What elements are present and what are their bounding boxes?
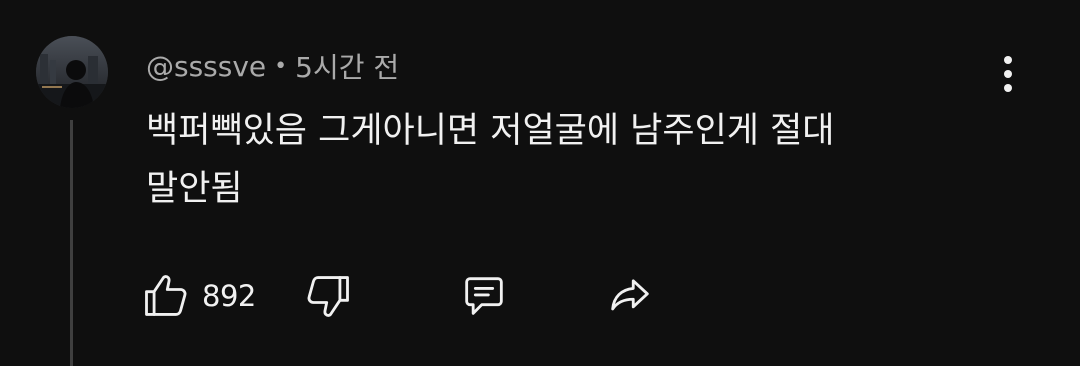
reply-button[interactable] [458, 270, 510, 322]
avatar[interactable] [36, 36, 108, 108]
share-icon [604, 270, 656, 322]
thumb-up-icon [140, 270, 192, 322]
timestamp[interactable]: 5시간 전 [295, 46, 399, 86]
thumb-down-icon [302, 270, 354, 322]
more-vertical-icon[interactable] [986, 48, 1030, 100]
dislike-button[interactable] [302, 270, 354, 322]
comment-icon [458, 270, 510, 322]
more-dot [1004, 70, 1012, 78]
comment-meta: @ssssve • 5시간 전 [146, 44, 399, 88]
comment-actions: 892 [140, 270, 656, 322]
more-dot [1004, 84, 1012, 92]
thread-line [70, 120, 73, 366]
like-button[interactable]: 892 [140, 270, 256, 322]
like-count: 892 [202, 279, 256, 313]
author-name[interactable]: @ssssve [146, 50, 266, 83]
meta-separator: • [274, 53, 288, 79]
share-button[interactable] [604, 270, 656, 322]
more-dot [1004, 56, 1012, 64]
comment-card: @ssssve • 5시간 전 백퍼빽있음 그게아니면 저얼굴에 남주인게 절대… [0, 0, 1080, 366]
comment-text: 백퍼빽있음 그게아니면 저얼굴에 남주인게 절대 말안됨 [146, 111, 835, 209]
